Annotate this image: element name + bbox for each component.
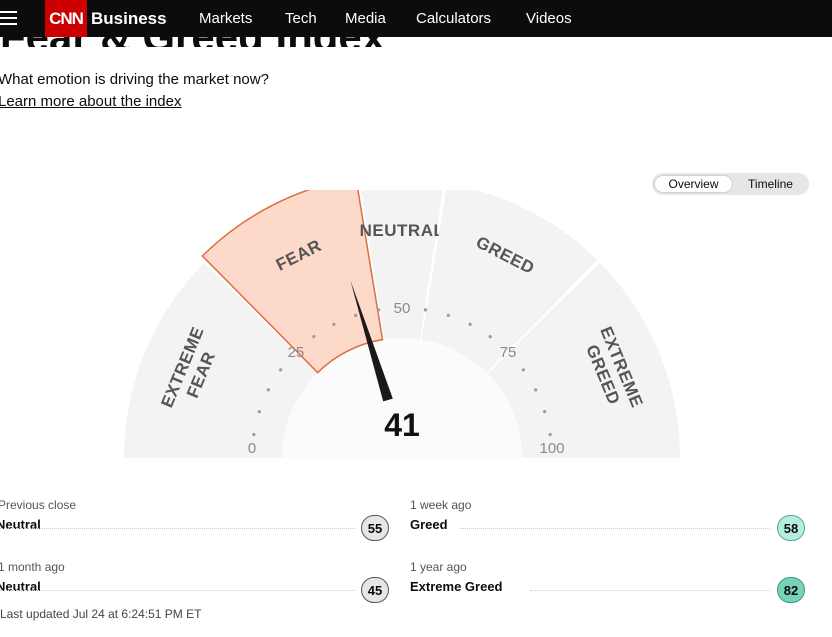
gauge-tick-dot bbox=[354, 313, 358, 317]
week-ago-score-badge: 58 bbox=[777, 515, 805, 541]
year-ago-label: 1 year ago bbox=[410, 560, 467, 574]
divider bbox=[460, 528, 770, 529]
page-subtitle: What emotion is driving the market now? bbox=[0, 71, 269, 88]
page-title-clip: Fear & Greed Index bbox=[0, 37, 832, 47]
brand-label[interactable]: Business bbox=[91, 9, 167, 29]
fear-greed-gauge: EXTREMEFEARFEARNEUTRALGREEDEXTREMEGREED0… bbox=[124, 190, 680, 458]
month-ago-score-badge: 45 bbox=[361, 577, 389, 603]
cnn-logo[interactable]: CNN bbox=[45, 0, 87, 37]
divider bbox=[0, 590, 355, 591]
previous-close-label: Previous close bbox=[0, 498, 77, 512]
gauge-tick-dot bbox=[468, 322, 472, 326]
gauge-tick-dot bbox=[446, 313, 450, 317]
gauge-tick-dot bbox=[521, 368, 525, 372]
year-ago-value: Extreme Greed bbox=[410, 579, 503, 594]
nav-link-tech[interactable]: Tech bbox=[285, 10, 317, 27]
previous-close-value: Neutral bbox=[0, 517, 41, 532]
gauge-tick-dot bbox=[257, 410, 261, 414]
gauge-tick-dot bbox=[332, 322, 336, 326]
gauge-tick-label: 25 bbox=[288, 344, 305, 361]
gauge-tick-label: 75 bbox=[500, 344, 517, 361]
gauge-tick-label: 100 bbox=[539, 440, 564, 457]
gauge-tick-label: 0 bbox=[248, 440, 256, 457]
gauge-tick-dot bbox=[376, 308, 381, 312]
top-nav: CNN Business Markets Tech Media Calculat… bbox=[0, 0, 832, 37]
gauge-tick-dot bbox=[534, 388, 538, 392]
gauge-tick-dot bbox=[548, 432, 552, 437]
menu-icon[interactable] bbox=[0, 11, 17, 25]
nav-link-calculators[interactable]: Calculators bbox=[416, 10, 491, 27]
gauge-tick-dot bbox=[423, 308, 428, 312]
gauge-score: 41 bbox=[384, 407, 420, 443]
learn-more-link[interactable]: Learn more about the index bbox=[0, 93, 181, 110]
week-ago-value: Greed bbox=[410, 517, 448, 532]
gauge-label-neutral: NEUTRAL bbox=[360, 221, 445, 240]
divider bbox=[530, 590, 770, 591]
last-updated: Last updated Jul 24 at 6:24:51 PM ET bbox=[0, 607, 202, 621]
nav-link-markets[interactable]: Markets bbox=[199, 10, 252, 27]
gauge-tick-dot bbox=[279, 368, 283, 372]
year-ago-score-badge: 82 bbox=[777, 577, 805, 603]
page-title: Fear & Greed Index bbox=[0, 37, 385, 47]
month-ago-label: 1 month ago bbox=[0, 560, 65, 574]
gauge-tick-dot bbox=[266, 388, 270, 392]
divider bbox=[0, 528, 355, 529]
gauge-tick-label: 50 bbox=[394, 300, 411, 317]
nav-link-videos[interactable]: Videos bbox=[526, 10, 572, 27]
gauge-tick-dot bbox=[312, 335, 316, 339]
gauge-tick-dot bbox=[488, 335, 492, 339]
month-ago-value: Neutral bbox=[0, 579, 41, 594]
nav-link-media[interactable]: Media bbox=[345, 10, 386, 27]
week-ago-label: 1 week ago bbox=[410, 498, 472, 512]
gauge-tick-dot bbox=[252, 432, 256, 437]
gauge-tick-dot bbox=[543, 410, 547, 414]
previous-close-score-badge: 55 bbox=[361, 515, 389, 541]
